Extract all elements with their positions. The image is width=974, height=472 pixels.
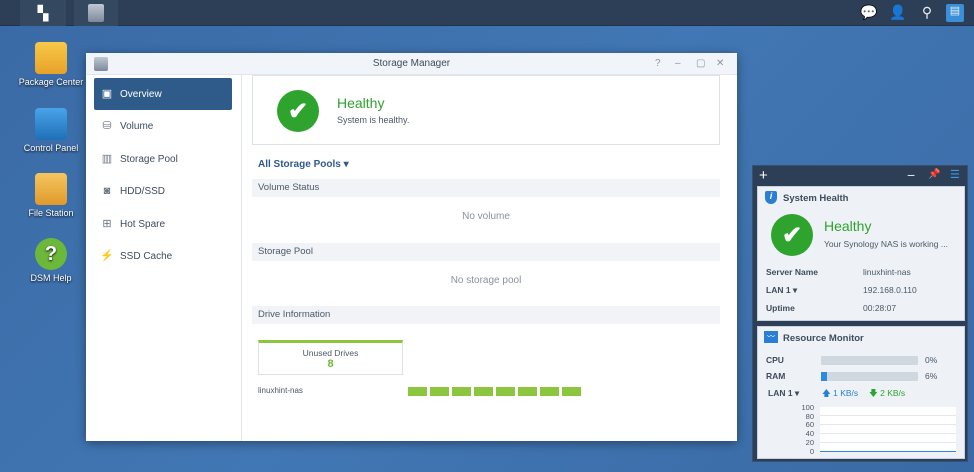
help-button[interactable]: ? bbox=[655, 57, 661, 71]
sidebar-item-hdd-ssd[interactable]: ◙ HDD/SSD bbox=[94, 175, 232, 207]
status-title: Healthy bbox=[337, 95, 385, 111]
drive-slot[interactable] bbox=[496, 387, 515, 396]
taskbar-storage-manager[interactable] bbox=[74, 0, 118, 26]
info-shield-icon: i bbox=[765, 191, 777, 204]
file-station-icon bbox=[35, 173, 67, 205]
volume-status-header: Volume Status bbox=[252, 179, 720, 197]
window-title: Storage Manager bbox=[372, 58, 451, 69]
sidebar-item-ssd-cache[interactable]: ⚡ SSD Cache bbox=[94, 240, 232, 272]
no-volume-text: No volume bbox=[462, 211, 510, 222]
desktop-package-center[interactable]: Package Center bbox=[16, 42, 86, 87]
desktop-control-panel[interactable]: Control Panel bbox=[16, 108, 86, 153]
pin-icon[interactable]: 📌 bbox=[928, 169, 940, 180]
drive-slots bbox=[408, 387, 581, 396]
arrow-down-icon: 🡇 bbox=[869, 388, 878, 398]
drive-info-header: Drive Information bbox=[252, 306, 720, 324]
desktop-file-station[interactable]: File Station bbox=[16, 173, 86, 218]
add-widget-button[interactable]: + bbox=[759, 167, 768, 184]
storage-manager-icon bbox=[88, 4, 104, 22]
drive-slot[interactable] bbox=[518, 387, 537, 396]
overview-icon: ▣ bbox=[101, 88, 113, 100]
download-rate: 🡇 2 KB/s bbox=[869, 388, 906, 398]
storage-pool-icon: ▥ bbox=[101, 153, 113, 165]
minimize-button[interactable]: – bbox=[675, 57, 681, 71]
sidebar: ▣ Overview ⛁ Volume ▥ Storage Pool ◙ HDD/SSD… bbox=[86, 75, 242, 441]
grid-icon: ▚ bbox=[37, 4, 49, 21]
close-button[interactable]: ✕ bbox=[716, 57, 724, 71]
lan-dropdown[interactable]: LAN 1 ▾ bbox=[768, 388, 799, 399]
drive-slot[interactable] bbox=[452, 387, 471, 396]
help-icon: ? bbox=[35, 238, 67, 270]
health-status-card: ✔ Healthy System is healthy. bbox=[252, 75, 720, 145]
drive-slot[interactable] bbox=[540, 387, 559, 396]
widgets-icon[interactable]: ▤ bbox=[946, 4, 964, 22]
storage-pool-filter[interactable]: All Storage Pools ▾ bbox=[258, 159, 349, 170]
package-center-icon bbox=[35, 42, 67, 74]
resource-monitor-widget: 〰 Resource Monitor CPU 0% RAM 6% LAN 1 ▾… bbox=[757, 326, 965, 459]
check-icon: ✔ bbox=[277, 90, 319, 132]
caret-down-icon: ▾ bbox=[343, 159, 349, 170]
drive-slot[interactable] bbox=[408, 387, 427, 396]
window-titlebar[interactable]: Storage Manager ? – ▢ ✕ bbox=[86, 53, 737, 75]
main-menu-button[interactable]: ▚ bbox=[20, 0, 66, 26]
sidebar-item-hot-spare[interactable]: ⊞ Hot Spare bbox=[94, 208, 232, 240]
monitor-icon: 〰 bbox=[764, 331, 778, 343]
minimize-icon[interactable]: − bbox=[907, 167, 915, 183]
network-chart bbox=[820, 407, 956, 452]
hdd-icon: ◙ bbox=[103, 185, 111, 197]
no-pool-text: No storage pool bbox=[450, 275, 522, 286]
arrow-up-icon: 🡅 bbox=[822, 388, 831, 398]
y-tick: 0 bbox=[809, 446, 814, 456]
check-icon: ✔ bbox=[771, 214, 813, 256]
chart-y-axis: 100 80 60 40 20 0 bbox=[788, 403, 814, 456]
status-message: System is healthy. bbox=[337, 115, 410, 125]
maximize-button[interactable]: ▢ bbox=[696, 57, 705, 71]
sidebar-item-storage-pool[interactable]: ▥ Storage Pool bbox=[94, 143, 232, 175]
storage-manager-window: Storage Manager ? – ▢ ✕ ▣ Overview ⛁ Volum… bbox=[86, 53, 737, 441]
ssd-cache-icon: ⚡ bbox=[100, 250, 114, 262]
control-panel-icon bbox=[35, 108, 67, 140]
volume-icon: ⛁ bbox=[102, 120, 112, 132]
unused-drives-card[interactable]: Unused Drives 8 bbox=[258, 340, 403, 375]
drive-slot[interactable] bbox=[474, 387, 493, 396]
nas-name: linuxhint-nas bbox=[258, 386, 303, 395]
taskbar: ▚ 💬 👤 ⚲ ▤ bbox=[0, 0, 974, 26]
widget-panel: + − 📌 ☰ i System Health ✔ Healthy Your S… bbox=[752, 165, 968, 462]
drive-slot[interactable] bbox=[562, 387, 581, 396]
cpu-bar bbox=[821, 356, 918, 365]
ram-bar bbox=[821, 372, 918, 381]
search-icon[interactable]: ⚲ bbox=[918, 4, 936, 22]
lan-dropdown[interactable]: LAN 1 ▾ bbox=[766, 285, 797, 296]
sidebar-item-volume[interactable]: ⛁ Volume bbox=[94, 110, 232, 142]
sidebar-item-overview[interactable]: ▣ Overview bbox=[94, 78, 232, 110]
user-icon[interactable]: 👤 bbox=[889, 4, 907, 22]
drive-slot[interactable] bbox=[430, 387, 449, 396]
upload-rate: 🡅 1 KB/s bbox=[822, 388, 859, 398]
notification-icon[interactable]: 💬 bbox=[860, 4, 878, 22]
system-health-widget: i System Health ✔ Healthy Your Synology … bbox=[757, 186, 965, 321]
storage-manager-icon bbox=[94, 57, 108, 71]
hot-spare-icon: ⊞ bbox=[102, 218, 112, 230]
storage-pool-header: Storage Pool bbox=[252, 243, 720, 261]
panel-toggle-icon[interactable]: ☰ bbox=[950, 168, 960, 181]
desktop-dsm-help[interactable]: ? DSM Help bbox=[16, 238, 86, 283]
